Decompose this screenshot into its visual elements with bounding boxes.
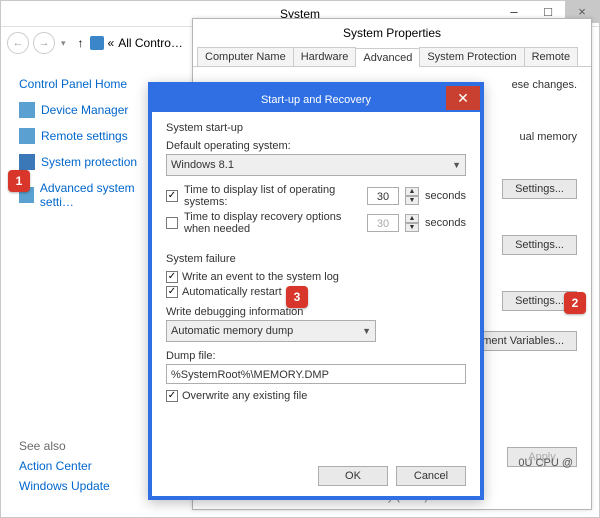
chevron-down-icon: ▼ bbox=[452, 160, 461, 170]
tabstrip: Computer Name Hardware Advanced System P… bbox=[193, 47, 591, 67]
time-list-checkbox[interactable] bbox=[166, 190, 178, 202]
sidebar-link-remote-settings[interactable]: Remote settings bbox=[41, 129, 128, 143]
write-debug-label: Write debugging information bbox=[166, 306, 466, 318]
see-also-action-center[interactable]: Action Center bbox=[19, 459, 110, 473]
overwrite-checkbox[interactable] bbox=[166, 390, 178, 402]
time-list-value[interactable]: 30 bbox=[367, 187, 399, 205]
startup-recovery-dialog: Start-up and Recovery ✕ System start-up … bbox=[148, 82, 484, 500]
auto-restart-label: Automatically restart bbox=[182, 286, 282, 298]
sr-titlebar: Start-up and Recovery ✕ bbox=[152, 86, 480, 112]
control-panel-icon bbox=[90, 36, 104, 50]
see-also-windows-update[interactable]: Windows Update bbox=[19, 479, 110, 493]
sr-title: Start-up and Recovery bbox=[261, 94, 371, 106]
chevron-down-icon: ▼ bbox=[362, 326, 371, 336]
dump-file-label: Dump file: bbox=[166, 350, 466, 362]
write-event-checkbox[interactable] bbox=[166, 271, 178, 283]
back-button[interactable]: ← bbox=[7, 32, 29, 54]
sysprop-title: System Properties bbox=[193, 19, 591, 47]
breadcrumb[interactable]: ↑ « All Contro… bbox=[76, 36, 183, 50]
up-button[interactable]: ↑ bbox=[76, 36, 86, 50]
debug-info-value: Automatic memory dump bbox=[171, 325, 293, 337]
overwrite-label: Overwrite any existing file bbox=[182, 390, 307, 402]
tab-remote[interactable]: Remote bbox=[524, 47, 579, 66]
sidebar-link-system-protection[interactable]: System protection bbox=[41, 155, 137, 169]
callout-2: 2 bbox=[564, 292, 586, 314]
default-os-label: Default operating system: bbox=[166, 140, 466, 152]
settings-button-performance[interactable]: Settings... bbox=[502, 179, 577, 199]
cpu-fragment: 0U CPU @ bbox=[518, 457, 573, 469]
sr-close-button[interactable]: ✕ bbox=[446, 86, 480, 110]
group-system-failure: System failure Write an event to the sys… bbox=[166, 253, 466, 402]
tab-system-protection[interactable]: System Protection bbox=[419, 47, 524, 66]
sidebar: Control Panel Home Device Manager Remote… bbox=[1, 59, 171, 517]
history-dropdown-icon[interactable]: ▾ bbox=[59, 38, 68, 49]
debug-info-select[interactable]: Automatic memory dump ▼ bbox=[166, 320, 376, 342]
tab-computer-name[interactable]: Computer Name bbox=[197, 47, 294, 66]
tab-hardware[interactable]: Hardware bbox=[293, 47, 357, 66]
seconds-label: seconds bbox=[425, 190, 466, 202]
sidebar-link-advanced-settings[interactable]: Advanced system setti… bbox=[40, 181, 163, 209]
default-os-value: Windows 8.1 bbox=[171, 159, 234, 171]
sidebar-link-device-manager[interactable]: Device Manager bbox=[41, 103, 128, 117]
group-system-startup: System start-up Default operating system… bbox=[166, 122, 466, 235]
time-recovery-checkbox[interactable] bbox=[166, 217, 178, 229]
group-label-startup: System start-up bbox=[166, 122, 466, 134]
breadcrumb-prefix: « bbox=[108, 36, 115, 50]
auto-restart-checkbox[interactable] bbox=[166, 286, 178, 298]
see-also-header: See also bbox=[19, 439, 110, 453]
forward-button[interactable]: → bbox=[33, 32, 55, 54]
see-also: See also Action Center Windows Update bbox=[19, 429, 110, 499]
default-os-select[interactable]: Windows 8.1 ▼ bbox=[166, 154, 466, 176]
ok-button[interactable]: OK bbox=[318, 466, 388, 486]
time-list-label: Time to display list of operating system… bbox=[184, 184, 361, 208]
breadcrumb-text: All Contro… bbox=[118, 36, 183, 50]
monitor-icon bbox=[19, 102, 35, 118]
time-list-row: Time to display list of operating system… bbox=[166, 184, 466, 208]
shield-icon bbox=[19, 154, 35, 170]
cancel-button[interactable]: Cancel bbox=[396, 466, 466, 486]
callout-3: 3 bbox=[286, 286, 308, 308]
time-recovery-row: Time to display recovery options when ne… bbox=[166, 211, 466, 235]
time-recovery-label: Time to display recovery options when ne… bbox=[184, 211, 361, 235]
group-label-failure: System failure bbox=[166, 253, 466, 265]
time-recovery-value: 30 bbox=[367, 214, 399, 232]
write-event-label: Write an event to the system log bbox=[182, 271, 339, 283]
time-recovery-spinner: ▲▼ bbox=[405, 214, 419, 232]
time-list-spinner[interactable]: ▲▼ bbox=[405, 187, 419, 205]
sr-body: System start-up Default operating system… bbox=[152, 112, 480, 424]
settings-button-userprofiles[interactable]: Settings... bbox=[502, 235, 577, 255]
remote-icon bbox=[19, 128, 35, 144]
dump-file-input[interactable]: %SystemRoot%\MEMORY.DMP bbox=[166, 364, 466, 384]
control-panel-home-link[interactable]: Control Panel Home bbox=[19, 77, 163, 91]
seconds-label-2: seconds bbox=[425, 217, 466, 229]
tab-advanced[interactable]: Advanced bbox=[355, 48, 420, 67]
callout-1: 1 bbox=[8, 170, 30, 192]
sr-footer: OK Cancel bbox=[318, 466, 466, 486]
